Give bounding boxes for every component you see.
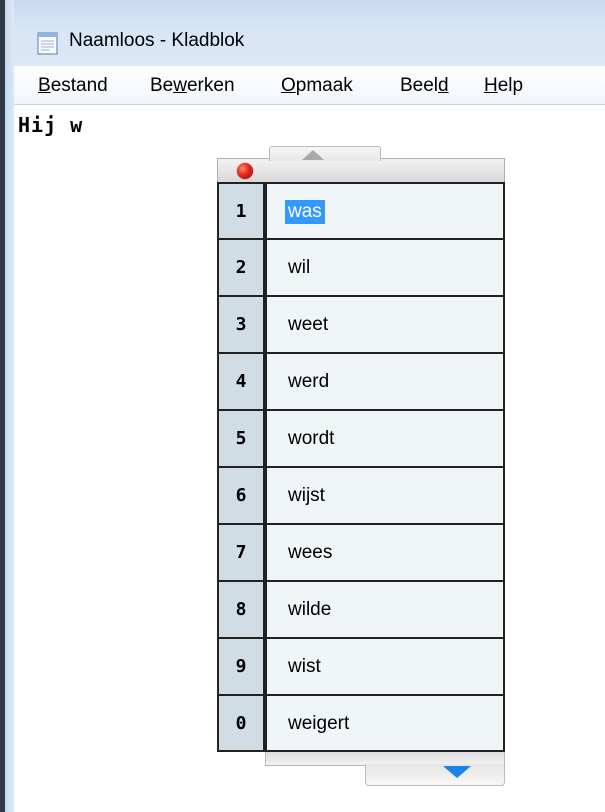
word-suggestion-popup: 1 was 2 wil 3 weet 4 werd 5 wordt 6 wijst 7 wees 8 wild… <box>217 146 505 786</box>
suggestion-row[interactable]: 6 wijst <box>217 467 505 524</box>
suggestion-key: 4 <box>217 353 265 410</box>
suggestion-cell[interactable]: weigert <box>265 695 505 752</box>
suggestion-key: 9 <box>217 638 265 695</box>
suggestion-key: 6 <box>217 467 265 524</box>
menu-beeld[interactable]: Beeld <box>400 75 449 97</box>
suggestion-key: 1 <box>217 182 265 239</box>
scroll-down-tab[interactable] <box>365 764 505 786</box>
suggestion-word: wijst <box>288 485 325 506</box>
scroll-down-arrow-icon[interactable] <box>443 766 471 778</box>
suggestion-cell[interactable]: werd <box>265 353 505 410</box>
suggestion-word: wist <box>288 656 321 677</box>
suggestion-row[interactable]: 0 weigert <box>217 695 505 752</box>
suggestion-row[interactable]: 5 wordt <box>217 410 505 467</box>
suggestion-row[interactable]: 9 wist <box>217 638 505 695</box>
window-left-border <box>0 0 14 812</box>
notepad-window: Naamloos - Kladblok Bestand Bewerken Opm… <box>0 0 605 812</box>
notepad-icon <box>37 32 58 55</box>
suggestion-word: wil <box>288 257 311 278</box>
suggestion-cell[interactable]: was <box>265 182 505 239</box>
suggestion-key: 5 <box>217 410 265 467</box>
suggestion-row[interactable]: 3 weet <box>217 296 505 353</box>
suggestion-word: wees <box>288 542 333 563</box>
suggestion-row[interactable]: 7 wees <box>217 524 505 581</box>
menu-help[interactable]: Help <box>484 75 523 97</box>
popup-header <box>217 146 505 182</box>
suggestion-word: was <box>285 200 325 224</box>
suggestion-row[interactable]: 1 was <box>217 182 505 239</box>
menu-bar: Bestand Bewerken Opmaak Beeld Help <box>14 66 605 105</box>
scroll-up-arrow-icon[interactable] <box>302 150 324 160</box>
suggestion-key: 7 <box>217 524 265 581</box>
suggestion-cell[interactable]: wijst <box>265 467 505 524</box>
suggestion-cell[interactable]: wilde <box>265 581 505 638</box>
suggestion-cell[interactable]: wordt <box>265 410 505 467</box>
suggestion-row[interactable]: 2 wil <box>217 239 505 296</box>
menu-bewerken[interactable]: Bewerken <box>150 75 235 97</box>
suggestion-word: weigert <box>288 713 350 734</box>
menu-bestand[interactable]: Bestand <box>38 75 108 97</box>
suggestion-word: werd <box>288 371 330 392</box>
suggestion-cell[interactable]: wees <box>265 524 505 581</box>
suggestion-cell[interactable]: weet <box>265 296 505 353</box>
suggestion-word: wordt <box>288 428 335 449</box>
suggestion-row[interactable]: 8 wilde <box>217 581 505 638</box>
popup-footer <box>217 752 505 786</box>
window-title: Naamloos - Kladblok <box>69 30 245 51</box>
suggestion-key: 3 <box>217 296 265 353</box>
suggestion-word: wilde <box>288 599 332 620</box>
suggestion-key: 2 <box>217 239 265 296</box>
scroll-up-tab[interactable] <box>269 146 381 161</box>
suggestion-key: 0 <box>217 695 265 752</box>
editor-text: Hij w <box>18 113 84 137</box>
suggestion-row[interactable]: 4 werd <box>217 353 505 410</box>
suggestion-list: 1 was 2 wil 3 weet 4 werd 5 wordt 6 wijst 7 wees 8 wild… <box>217 182 505 752</box>
suggestion-word: weet <box>288 314 329 335</box>
suggestion-cell[interactable]: wist <box>265 638 505 695</box>
popup-header-bar <box>217 158 505 182</box>
record-dot-icon[interactable] <box>237 163 253 179</box>
title-bar[interactable]: Naamloos - Kladblok <box>14 0 605 66</box>
suggestion-cell[interactable]: wil <box>265 239 505 296</box>
suggestion-key: 8 <box>217 581 265 638</box>
menu-opmaak[interactable]: Opmaak <box>281 75 353 97</box>
